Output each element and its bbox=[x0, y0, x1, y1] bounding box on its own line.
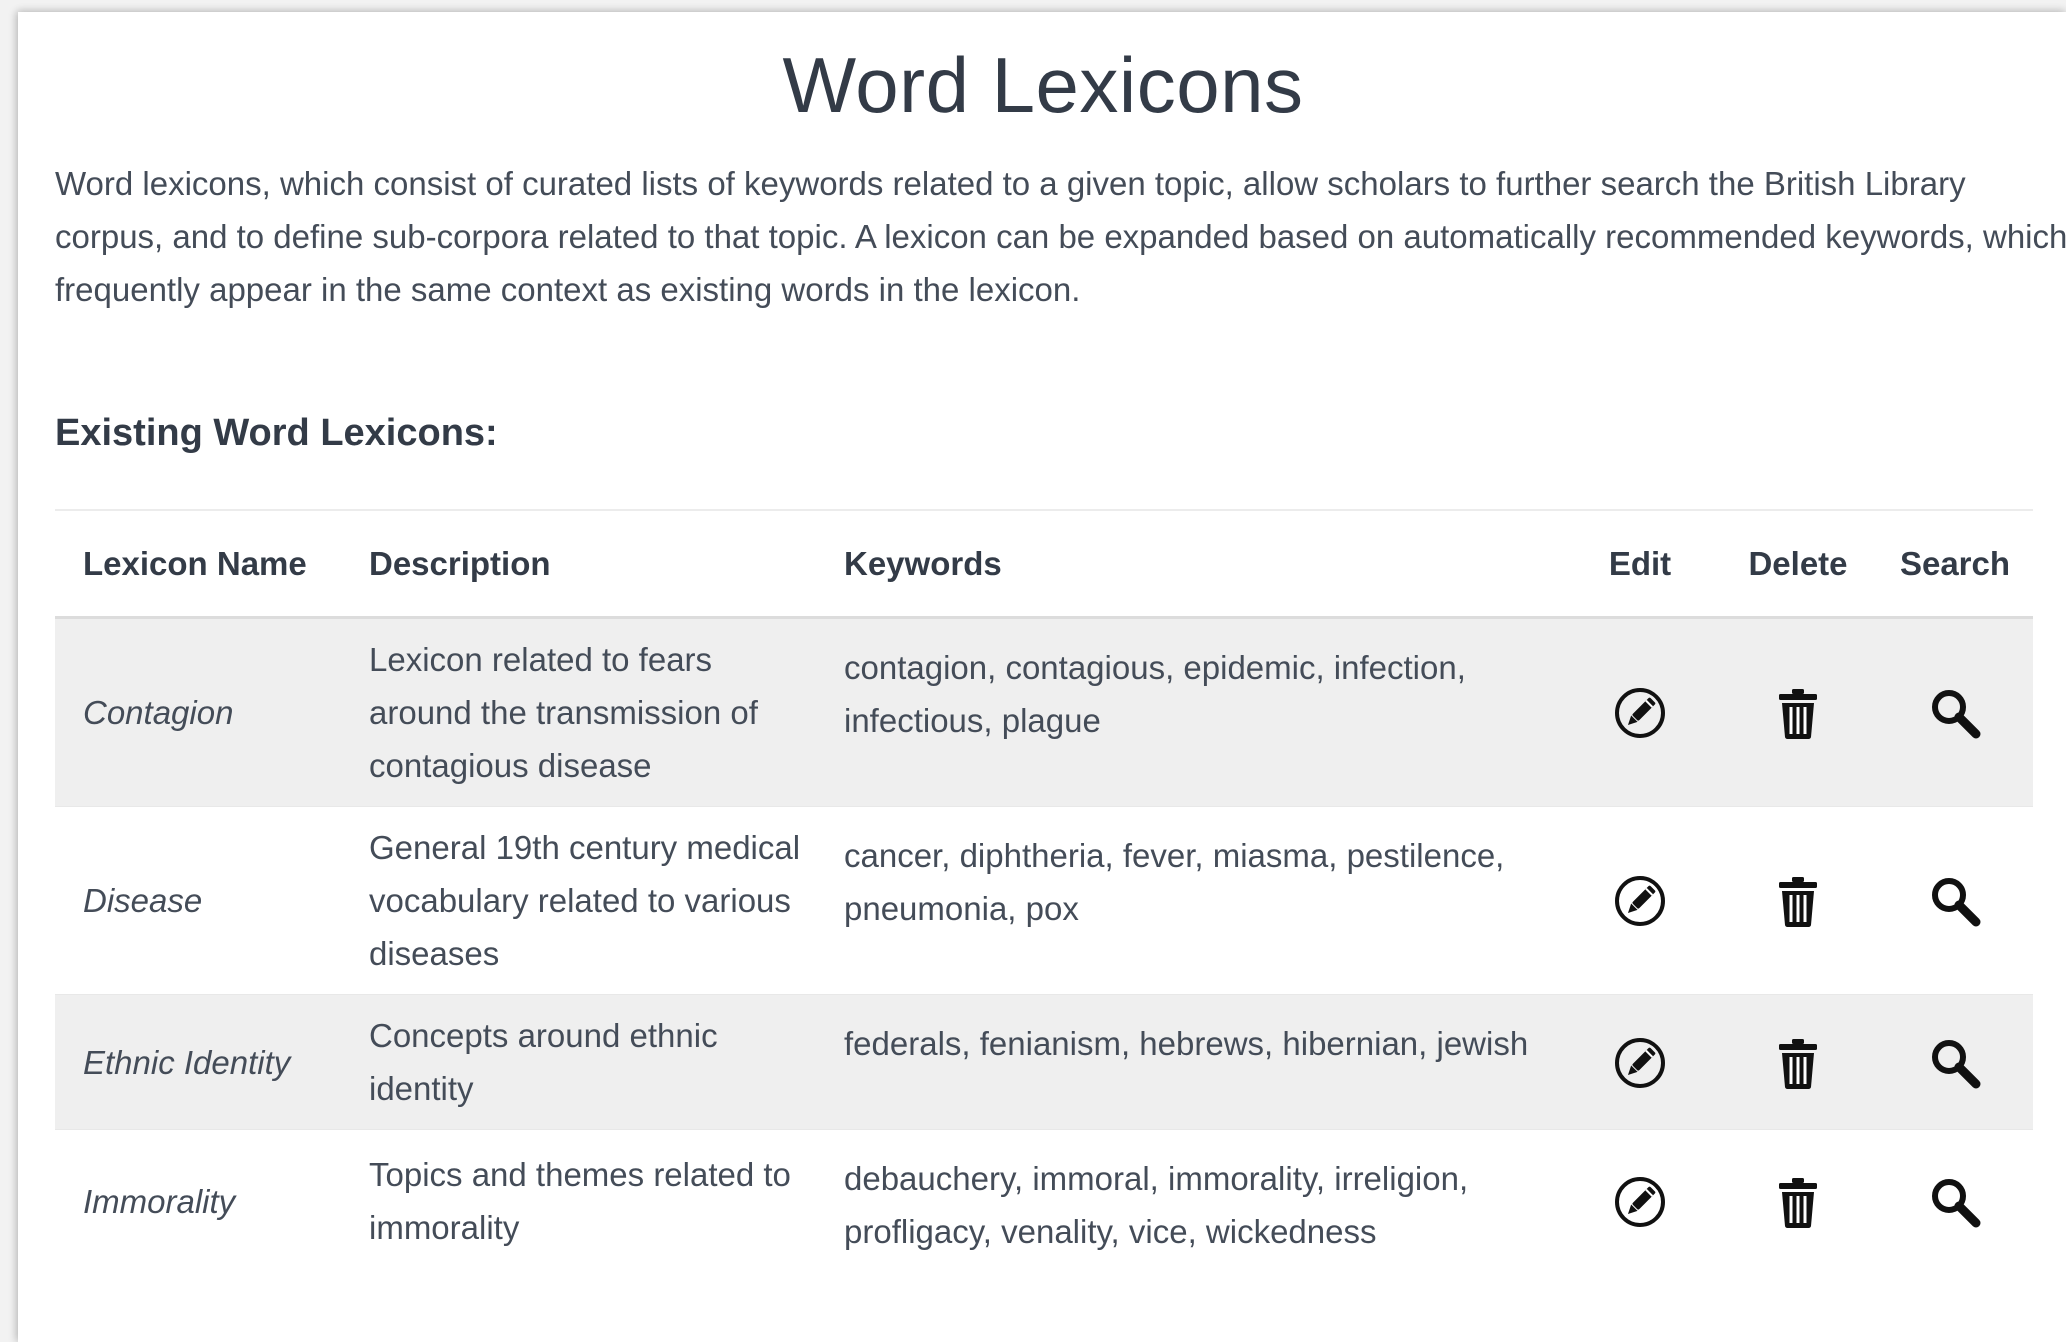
lexicon-description: General 19th century medical vocabulary … bbox=[341, 806, 816, 995]
lexicon-name: Contagion bbox=[55, 617, 341, 807]
lexicon-keywords: contagion, contagious, epidemic, infecti… bbox=[816, 617, 1561, 807]
header-description: Description bbox=[341, 511, 816, 619]
edit-icon[interactable] bbox=[1612, 873, 1668, 929]
search-icon[interactable] bbox=[1927, 873, 1983, 929]
lexicon-keywords: cancer, diphtheria, fever, miasma, pesti… bbox=[816, 806, 1561, 995]
delete-cell bbox=[1719, 994, 1877, 1130]
edit-cell bbox=[1561, 806, 1719, 995]
header-delete: Delete bbox=[1719, 511, 1877, 619]
header-keywords: Keywords bbox=[816, 511, 1561, 619]
edit-cell bbox=[1561, 994, 1719, 1130]
header-lexicon-name: Lexicon Name bbox=[55, 511, 341, 619]
content-panel: Word Lexicons Word lexicons, which consi… bbox=[18, 12, 2066, 1342]
edit-icon[interactable] bbox=[1612, 1035, 1668, 1091]
lexicon-name: Disease bbox=[55, 806, 341, 995]
delete-cell bbox=[1719, 1129, 1877, 1272]
edit-icon[interactable] bbox=[1612, 685, 1668, 741]
page-title: Word Lexicons bbox=[782, 41, 1304, 129]
delete-cell bbox=[1719, 806, 1877, 995]
header-search: Search bbox=[1877, 511, 2033, 619]
search-cell bbox=[1877, 994, 2033, 1130]
lexicon-description: Lexicon related to fears around the tran… bbox=[341, 617, 816, 807]
table-row: Contagion Lexicon related to fears aroun… bbox=[55, 617, 2033, 807]
delete-cell bbox=[1719, 617, 1877, 807]
search-icon[interactable] bbox=[1927, 1035, 1983, 1091]
search-cell bbox=[1877, 806, 2033, 995]
trash-icon[interactable] bbox=[1770, 685, 1826, 741]
search-icon[interactable] bbox=[1927, 685, 1983, 741]
section-heading: Existing Word Lexicons: bbox=[55, 412, 498, 454]
search-cell bbox=[1877, 1129, 2033, 1272]
edit-cell bbox=[1561, 617, 1719, 807]
table-row: Immorality Topics and themes related to … bbox=[55, 1129, 2033, 1272]
edit-cell bbox=[1561, 1129, 1719, 1272]
table-row: Disease General 19th century medical voc… bbox=[55, 806, 2033, 995]
trash-icon[interactable] bbox=[1770, 873, 1826, 929]
trash-icon[interactable] bbox=[1770, 1035, 1826, 1091]
lexicon-keywords: debauchery, immoral, immorality, irrelig… bbox=[816, 1129, 1561, 1272]
intro-paragraph: Word lexicons, which consist of curated … bbox=[55, 165, 2066, 308]
edit-icon[interactable] bbox=[1612, 1174, 1668, 1230]
search-icon[interactable] bbox=[1927, 1174, 1983, 1230]
lexicon-description: Concepts around ethnic identity bbox=[341, 994, 816, 1130]
lexicon-keywords: federals, fenianism, hebrews, hibernian,… bbox=[816, 994, 1561, 1130]
table-row: Ethnic Identity Concepts around ethnic i… bbox=[55, 994, 2033, 1130]
lexicon-description: Topics and themes related to immorality bbox=[341, 1129, 816, 1272]
lexicon-name: Ethnic Identity bbox=[55, 994, 341, 1130]
search-cell bbox=[1877, 617, 2033, 807]
table-header-row: Lexicon Name Description Keywords Edit D… bbox=[55, 511, 2033, 619]
trash-icon[interactable] bbox=[1770, 1174, 1826, 1230]
header-edit: Edit bbox=[1561, 511, 1719, 619]
lexicon-name: Immorality bbox=[55, 1129, 341, 1272]
lexicons-table: Lexicon Name Description Keywords Edit D… bbox=[55, 511, 2033, 1272]
